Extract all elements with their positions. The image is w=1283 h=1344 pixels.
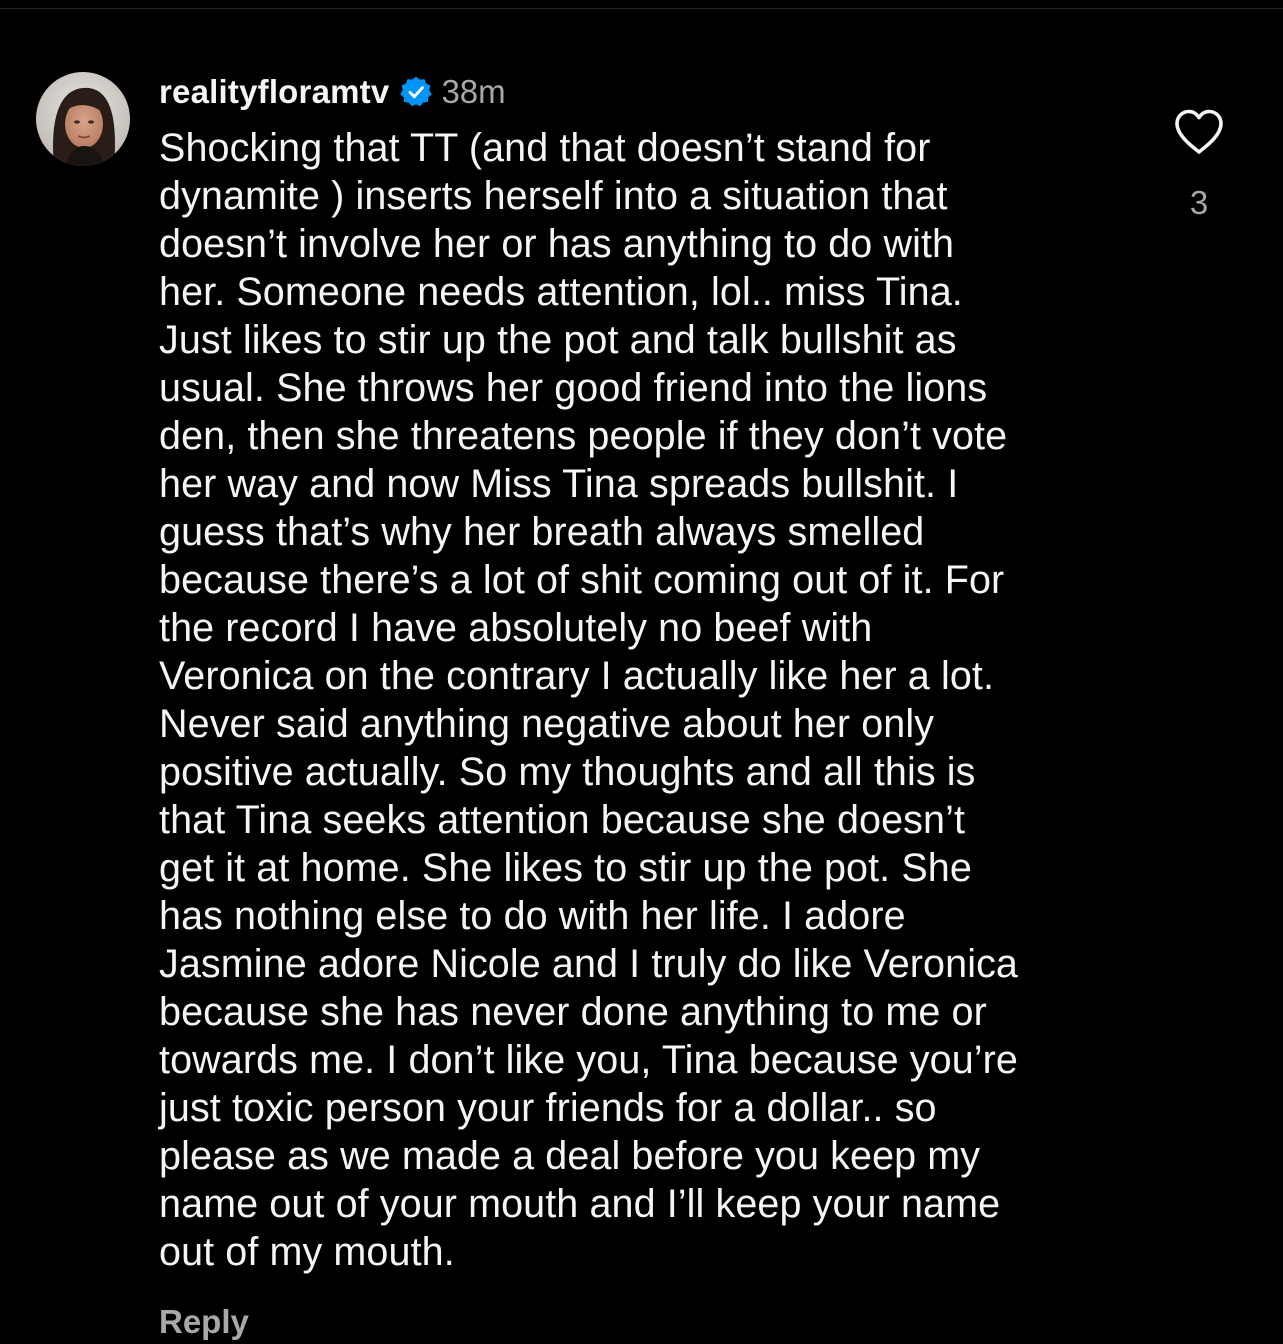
heart-outline-icon[interactable] [1173,108,1225,156]
comment-item: realityfloramtv 38m Shocking that TT (an… [0,0,1283,1340]
avatar[interactable] [36,72,130,166]
comment-text: Shocking that TT (and that doesn’t stand… [159,126,1018,1274]
like-area: 3 [1170,108,1228,222]
reply-button[interactable]: Reply [159,1300,249,1344]
verified-badge-icon [399,75,433,109]
timestamp: 38m [441,73,506,110]
comment-header: realityfloramtv 38m [159,70,506,114]
like-count[interactable]: 3 [1170,184,1228,222]
username[interactable]: realityfloramtv [159,73,389,111]
